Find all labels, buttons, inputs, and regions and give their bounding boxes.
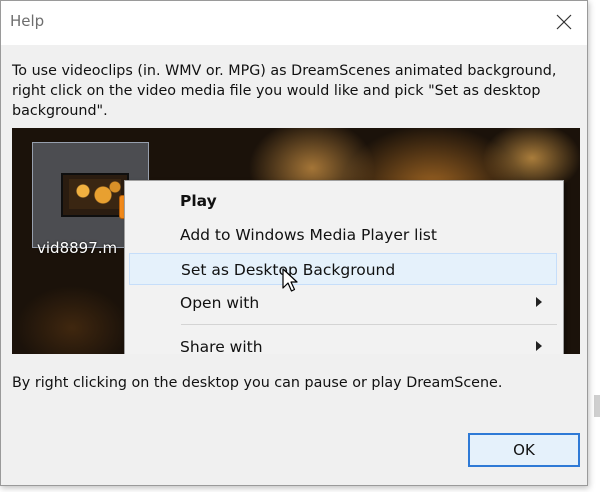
background-window-edge xyxy=(588,0,600,492)
footer-text: By right clicking on the desktop you can… xyxy=(12,375,503,391)
menu-item-open-with[interactable]: Open with xyxy=(129,287,557,319)
menu-item-share-with[interactable]: Share with xyxy=(129,331,557,354)
menu-item-label: Open with xyxy=(180,294,260,312)
menu-separator xyxy=(181,324,557,325)
submenu-arrow-icon xyxy=(536,297,542,307)
menu-item-label: Play xyxy=(180,192,217,210)
instructions-text: To use videoclips (in. WMV or. MPG) as D… xyxy=(12,63,557,119)
window-title: Help xyxy=(10,12,45,30)
preview-image: vid8897.m Play Add to Windows Media Play… xyxy=(12,128,580,354)
close-button[interactable] xyxy=(545,5,583,39)
menu-item-label: Share with xyxy=(180,338,263,354)
menu-item-play[interactable]: Play xyxy=(129,185,557,217)
menu-item-label: Set as Desktop Background xyxy=(181,261,396,279)
menu-item-add-to-wmp-list[interactable]: Add to Windows Media Player list xyxy=(129,219,557,251)
ok-button[interactable]: OK xyxy=(468,433,580,467)
file-name: vid8897.m xyxy=(37,239,118,257)
background-scrollbar-fragment xyxy=(594,395,600,417)
context-menu: Play Add to Windows Media Player list Se… xyxy=(124,180,564,354)
menu-item-label: Add to Windows Media Player list xyxy=(180,226,437,244)
menu-item-set-as-desktop-background[interactable]: Set as Desktop Background xyxy=(129,253,557,285)
help-dialog: Help To use videoclips (in. WMV or. MPG)… xyxy=(0,0,588,486)
title-bar: Help xyxy=(1,1,587,45)
submenu-arrow-icon xyxy=(536,341,542,351)
close-icon xyxy=(556,14,572,30)
